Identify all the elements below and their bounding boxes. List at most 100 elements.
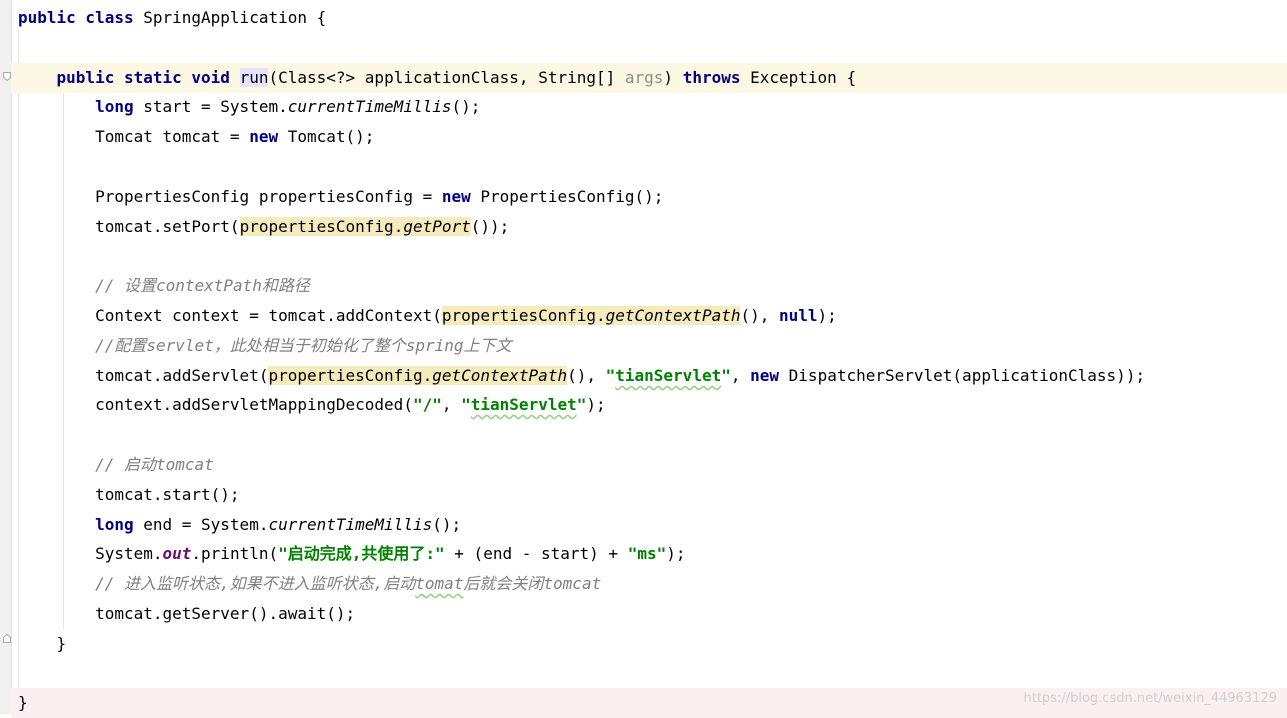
code-line[interactable]: } [11,629,1287,659]
code-token: getContextPath [605,306,741,325]
code-text: tomcat.addServlet(propertiesConfig.getCo… [18,361,1145,391]
code-line[interactable] [11,33,1287,63]
code-text: tomcat.start(); [18,480,240,510]
code-line[interactable]: Context context = tomcat.addContext(prop… [11,301,1287,331]
code-token: propertiesConfig. [239,217,404,236]
code-line[interactable]: tomcat.addServlet(propertiesConfig.getCo… [11,361,1287,391]
code-token: tomcat.addServlet( [18,366,269,385]
code-line[interactable]: tomcat.start(); [11,480,1287,510]
code-token: "/" [412,395,442,414]
code-editor[interactable]: public class SpringApplication { public … [11,0,1287,718]
code-line[interactable]: tomcat.getServer().await(); [11,599,1287,629]
code-token: long [95,515,134,534]
code-token: Context context = tomcat.addContext( [18,306,442,325]
code-token: // 进入监听状态,如果不进入监听状态,启动 [95,574,416,593]
code-token: run [239,68,269,87]
code-token: Tomcat(); [278,127,375,146]
code-token: (); [451,97,481,116]
code-token: new [441,187,471,206]
code-token: + (end - start) + [444,544,628,563]
code-token: tomat [415,574,464,593]
code-token: "启动完成,共使用了:" [278,544,445,563]
code-line[interactable]: // 进入监听状态,如果不进入监听状态,启动tomat后就会关闭tomcat [11,569,1287,599]
code-text: tomcat.setPort(propertiesConfig.getPort(… [18,212,509,242]
code-token: tianServlet [470,395,577,414]
code-line[interactable]: tomcat.setPort(propertiesConfig.getPort(… [11,212,1287,242]
code-token: PropertiesConfig propertiesConfig = [18,187,442,206]
code-token: currentTimeMillis [287,97,452,116]
code-text: //配置servlet，此处相当于初始化了整个spring上下文 [18,331,512,361]
code-token: tomcat.getServer().await(); [18,604,356,623]
watermark: https://blog.csdn.net/weixin_44963129 [1023,691,1277,706]
code-line[interactable]: public static void run(Class<?> applicat… [11,63,1287,93]
code-token: " [461,395,471,414]
code-token: propertiesConfig. [441,306,606,325]
code-token: (Class<?> applicationClass, String[] [268,68,625,87]
code-token: ); [817,306,837,325]
code-token: ()); [470,217,510,236]
code-text: long end = System.currentTimeMillis(); [18,510,461,540]
code-line[interactable] [11,420,1287,450]
code-text: public static void run(Class<?> applicat… [18,63,856,93]
code-token: Tomcat tomcat = [18,127,250,146]
code-token: //配置servlet，此处相当于初始化了整个spring上下文 [95,336,512,355]
code-token: System. [18,544,163,563]
code-line[interactable]: public class SpringApplication { [11,3,1287,33]
code-token: SpringApplication { [133,8,327,27]
code-line[interactable]: context.addServletMappingDecoded("/", "t… [11,390,1287,420]
code-token: Exception { [740,68,857,87]
code-token: end = System. [133,515,269,534]
code-line[interactable] [11,241,1287,271]
code-line[interactable] [11,659,1287,689]
fold-icon[interactable] [3,634,11,643]
code-token: context.addServletMappingDecoded( [18,395,413,414]
code-text: // 启动tomcat [18,450,214,480]
code-token: , [730,366,751,385]
code-token: DispatcherServlet(applicationClass)); [779,366,1146,385]
code-line[interactable]: //配置servlet，此处相当于初始化了整个spring上下文 [11,331,1287,361]
code-text: tomcat.getServer().await(); [18,599,355,629]
code-token: PropertiesConfig(); [470,187,664,206]
code-line[interactable]: long end = System.currentTimeMillis(); [11,510,1287,540]
code-token: "ms" [627,544,667,563]
code-line[interactable]: // 启动tomcat [11,450,1287,480]
code-token: " [721,366,731,385]
code-line[interactable] [11,152,1287,182]
code-text: Tomcat tomcat = new Tomcat(); [18,122,374,152]
code-token: out [162,544,192,563]
code-token: (); [432,515,462,534]
code-token: getPort [403,217,471,236]
code-token: ); [666,544,686,563]
code-text: Context context = tomcat.addContext(prop… [18,301,837,331]
code-text: } [18,629,67,659]
code-token: } [18,693,28,712]
code-text: PropertiesConfig propertiesConfig = new … [18,182,663,212]
code-line[interactable]: Tomcat tomcat = new Tomcat(); [11,122,1287,152]
code-token: // 启动tomcat [95,455,214,474]
code-text: // 进入监听状态,如果不进入监听状态,启动tomat后就会关闭tomcat [18,569,601,599]
code-token: start = System. [133,97,288,116]
code-text: // 设置contextPath和路径 [18,271,310,301]
fold-icon[interactable] [3,72,11,81]
code-line[interactable]: PropertiesConfig propertiesConfig = new … [11,182,1287,212]
code-token: .println( [191,544,279,563]
code-line[interactable]: System.out.println("启动完成,共使用了:" + (end -… [11,539,1287,569]
code-token: ) [663,68,683,87]
code-token: 后就会关闭tomcat [463,574,602,593]
code-token: tianServlet [615,366,722,385]
code-line[interactable]: long start = System.currentTimeMillis(); [11,92,1287,122]
code-token: new [249,127,279,146]
code-token: long [95,97,134,116]
code-token: // 设置contextPath和路径 [95,276,310,295]
code-token: , [441,395,462,414]
code-token: (), [740,306,779,325]
code-line[interactable]: // 设置contextPath和路径 [11,271,1287,301]
code-token: new [750,366,780,385]
code-token: public class [18,8,134,27]
